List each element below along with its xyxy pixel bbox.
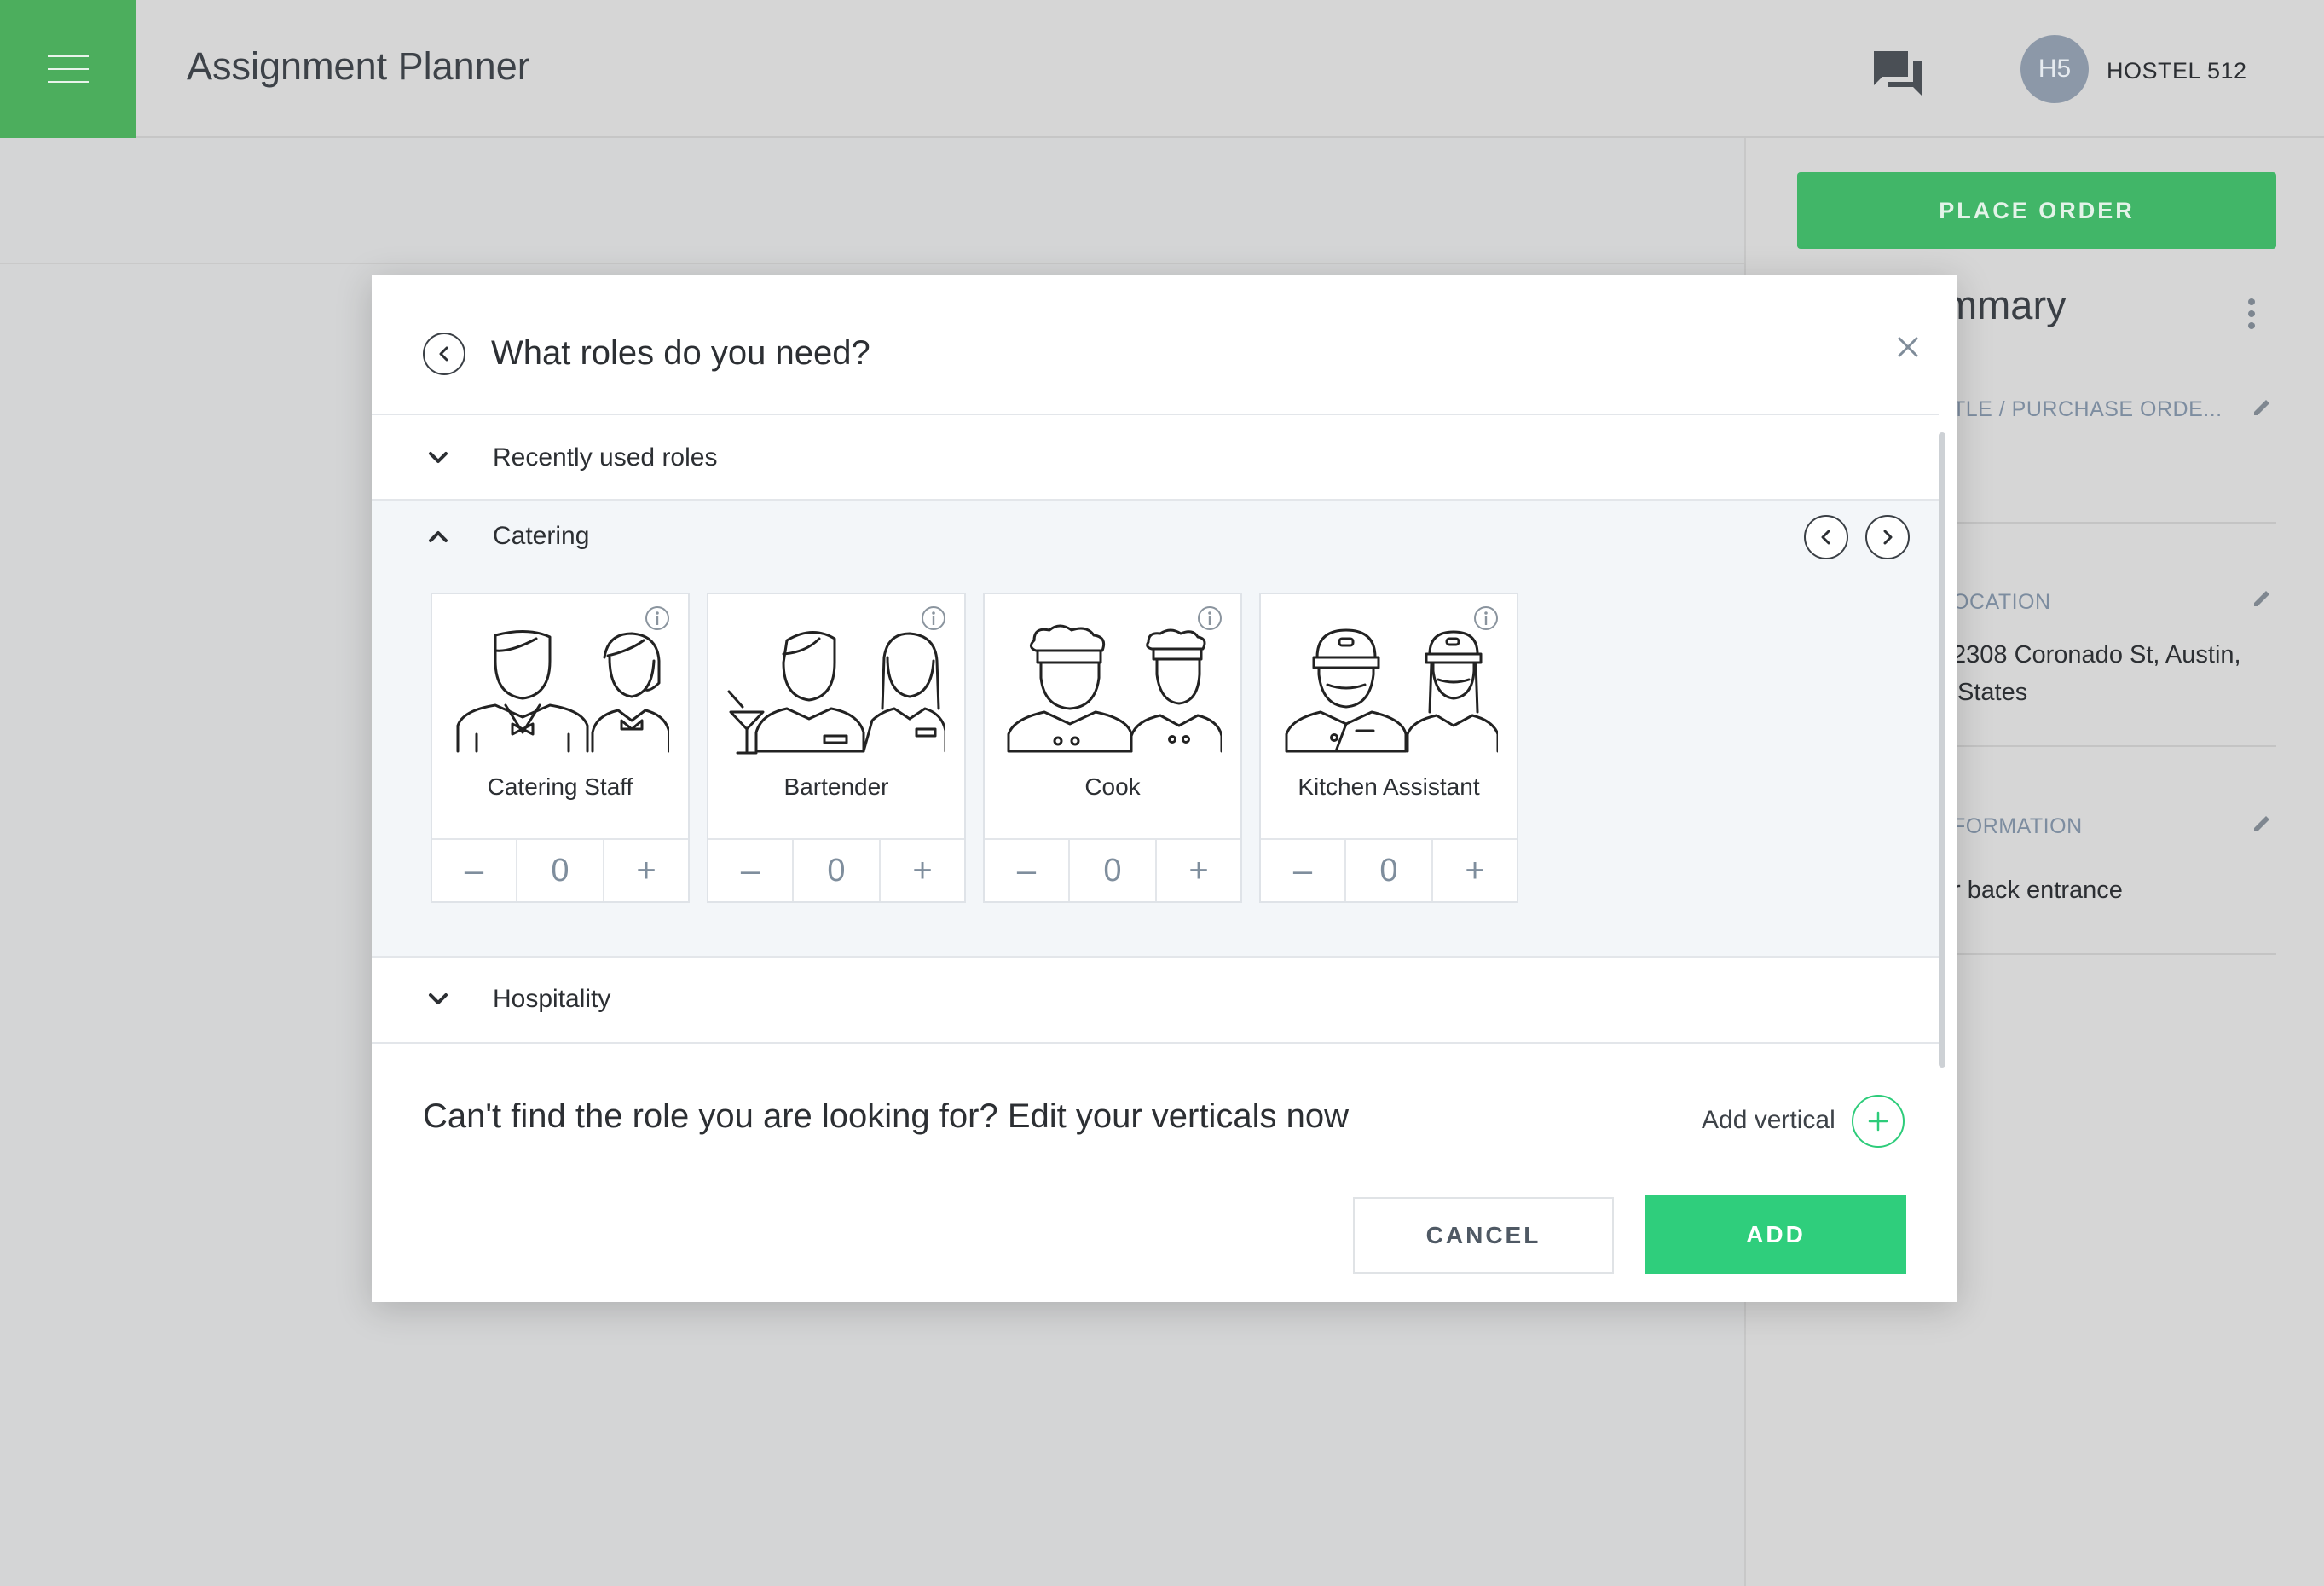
subheader-divider — [0, 263, 1744, 264]
quantity-value[interactable]: 0 — [516, 840, 604, 901]
chevron-down-icon — [429, 452, 448, 463]
chevron-left-icon — [439, 346, 448, 362]
add-vertical-label[interactable]: Add vertical — [1702, 1106, 1835, 1135]
add-vertical-button[interactable] — [1852, 1095, 1905, 1148]
top-bar: Assignment Planner H5 HOSTEL 512 — [0, 0, 2324, 138]
avatar-initials: H5 — [2038, 55, 2072, 83]
quantity-value[interactable]: 0 — [792, 840, 881, 901]
quantity-stepper: – 0 + — [708, 838, 964, 901]
location-label: OCATION — [1952, 590, 2051, 614]
menu-button[interactable] — [0, 0, 136, 138]
edit-title-icon[interactable] — [2252, 396, 2274, 418]
quantity-stepper: – 0 + — [985, 838, 1240, 901]
catering-staff-icon — [456, 629, 669, 753]
cancel-button[interactable]: CANCEL — [1353, 1197, 1614, 1274]
roles-modal: What roles do you need? Recently used ro… — [372, 275, 1957, 1302]
place-order-button[interactable]: PLACE ORDER — [1797, 172, 2276, 249]
increment-button[interactable]: + — [1433, 840, 1517, 901]
carousel-next-button[interactable] — [1865, 515, 1910, 559]
chevron-up-icon[interactable] — [423, 521, 454, 552]
quantity-value[interactable]: 0 — [1344, 840, 1433, 901]
section-hospitality[interactable]: Hospitality — [372, 957, 1939, 1042]
role-card-bartender: Bartender – 0 + — [707, 593, 966, 903]
edit-information-icon[interactable] — [2252, 812, 2274, 834]
decrement-button[interactable]: – — [432, 840, 516, 901]
section-catering-label[interactable]: Catering — [493, 522, 589, 551]
account-name[interactable]: HOSTEL 512 — [2107, 58, 2247, 84]
chevron-right-icon — [1883, 530, 1893, 545]
increment-button[interactable]: + — [604, 840, 688, 901]
quantity-value[interactable]: 0 — [1068, 840, 1157, 901]
summary-heading: mmary — [1944, 282, 2067, 327]
role-card-kitchen-assistant: Kitchen Assistant – 0 + — [1259, 593, 1518, 903]
avatar[interactable]: H5 — [2020, 35, 2089, 103]
kitchen-assistant-icon — [1285, 628, 1498, 753]
app-title: Assignment Planner — [187, 44, 530, 88]
quantity-stepper: – 0 + — [1261, 838, 1517, 901]
section-recent-label: Recently used roles — [493, 443, 718, 472]
decrement-button[interactable]: – — [1261, 840, 1344, 901]
decrement-button[interactable]: – — [708, 840, 792, 901]
edit-verticals-text: Can't find the role you are looking for?… — [423, 1097, 1349, 1135]
quantity-stepper: – 0 + — [432, 838, 688, 901]
add-button[interactable]: ADD — [1645, 1195, 1906, 1274]
location-line-1: 2308 Coronado St, Austin, — [1952, 641, 2241, 669]
chat-icon[interactable] — [1872, 49, 1923, 97]
cook-icon — [1007, 624, 1222, 753]
role-name: Kitchen Assistant — [1298, 773, 1480, 800]
carousel-prev-button[interactable] — [1804, 515, 1848, 559]
information-value: r back entrance — [1952, 877, 2123, 904]
role-name: Bartender — [783, 773, 889, 800]
chevron-down-icon — [429, 993, 448, 1004]
bartender-icon — [727, 631, 945, 755]
role-card-catering-staff: Catering Staff – 0 + — [431, 593, 690, 903]
section-recent[interactable]: Recently used roles — [372, 414, 1939, 499]
role-card-cook: Cook – 0 + — [983, 593, 1242, 903]
role-name: Cook — [1084, 773, 1141, 800]
location-line-2: States — [1957, 679, 2028, 706]
edit-location-icon[interactable] — [2252, 587, 2274, 609]
increment-button[interactable]: + — [881, 840, 964, 901]
more-options-icon[interactable] — [2247, 298, 2256, 329]
section-hospitality-label: Hospitality — [493, 985, 611, 1013]
increment-button[interactable]: + — [1157, 840, 1240, 901]
modal-title: What roles do you need? — [491, 334, 870, 372]
title-po-label: TLE / PURCHASE ORDE... — [1952, 397, 2223, 421]
scrollbar[interactable] — [1939, 432, 1945, 1068]
decrement-button[interactable]: – — [985, 840, 1068, 901]
footer-divider — [372, 1042, 1939, 1044]
plus-icon — [1868, 1111, 1888, 1132]
information-label: FORMATION — [1952, 814, 2083, 838]
hamburger-icon — [48, 55, 89, 83]
role-name: Catering Staff — [487, 773, 633, 800]
chevron-left-icon — [1821, 530, 1830, 545]
close-icon[interactable] — [1893, 333, 1922, 362]
back-button[interactable] — [423, 333, 465, 375]
